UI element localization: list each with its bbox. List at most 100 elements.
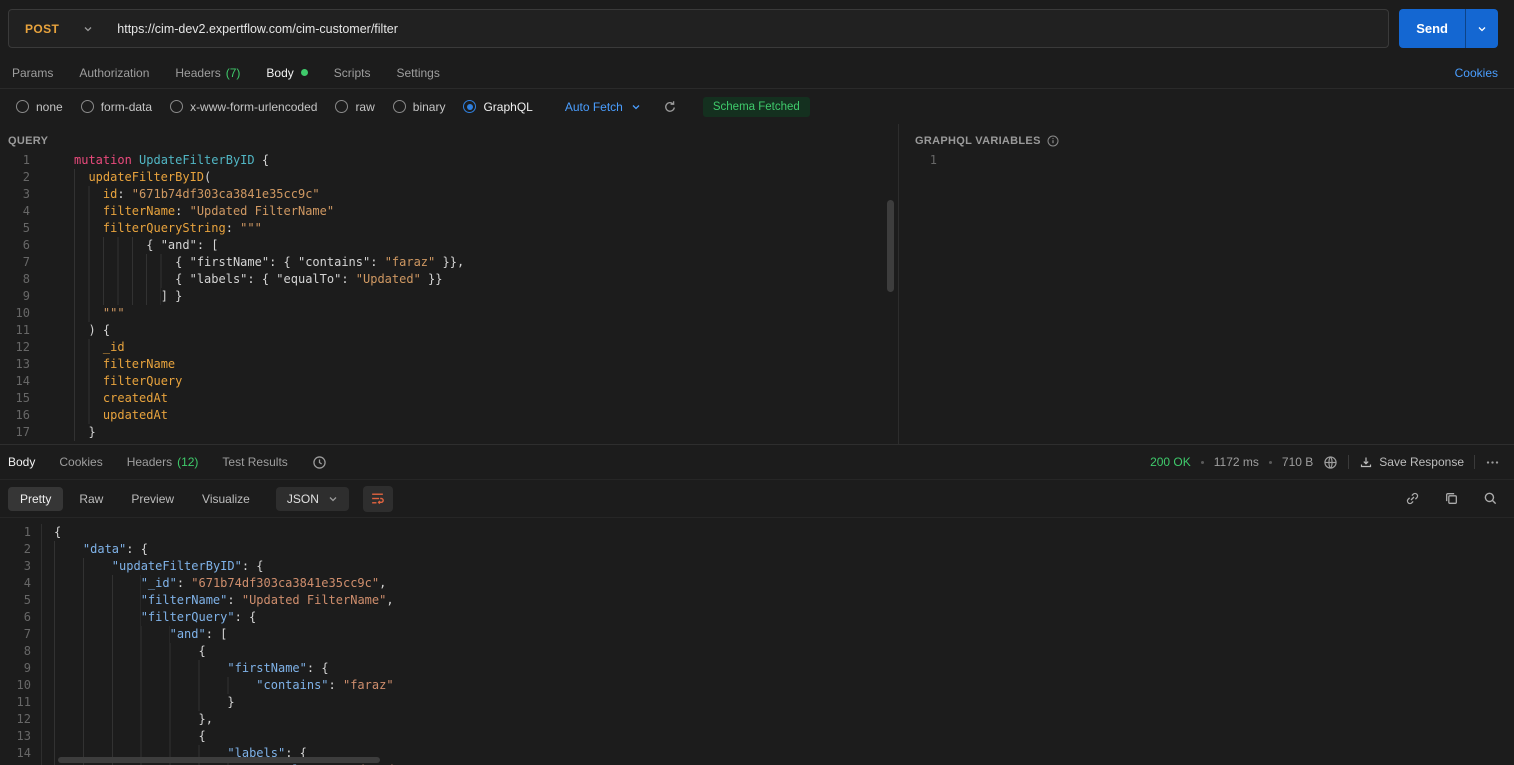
response-actions	[1405, 491, 1498, 506]
response-tab-body[interactable]: Body	[8, 455, 35, 469]
postman-window: POST https://cim-dev2.expertflow.com/cim…	[0, 0, 1514, 765]
code-line-14: 14filterQuery	[0, 373, 898, 390]
auto-fetch-dropdown[interactable]: Auto Fetch	[565, 100, 641, 114]
send-button[interactable]: Send	[1399, 9, 1465, 48]
chevron-down-icon	[631, 102, 641, 112]
variables-panel-header: GRAPHQL VARIABLES	[907, 124, 1514, 152]
response-time[interactable]: 1172 ms	[1214, 455, 1259, 469]
query-title: QUERY	[8, 135, 48, 147]
query-panel-header: QUERY	[0, 124, 898, 152]
tab-settings[interactable]: Settings	[396, 66, 439, 80]
code-line-5: 5"filterName": "Updated FilterName",	[0, 592, 1514, 609]
response-tab-test-results[interactable]: Test Results	[222, 455, 287, 469]
chevron-down-icon	[83, 24, 93, 34]
body-modified-dot	[301, 69, 308, 76]
refresh-schema-icon[interactable]	[663, 100, 677, 114]
cookies-link[interactable]: Cookies	[1455, 66, 1498, 80]
variables-editor[interactable]: 1	[907, 152, 1514, 444]
save-response-button[interactable]: Save Response	[1359, 455, 1464, 469]
info-icon[interactable]	[1047, 135, 1059, 147]
response-body-editor[interactable]: 1{2"data": {3"updateFilterByID": {4"_id"…	[0, 518, 1514, 765]
response-size[interactable]: 710 B	[1282, 455, 1313, 469]
response-meta: 200 OK 1172 ms 710 B Save Response	[1150, 455, 1500, 470]
code-line-6: 6"filterQuery": {	[0, 609, 1514, 626]
variables-panel: GRAPHQL VARIABLES 1	[899, 124, 1514, 444]
tab-headers[interactable]: Headers(7)	[175, 66, 240, 80]
copy-icon[interactable]	[1444, 491, 1459, 506]
code-line-17: 17}	[0, 424, 898, 441]
status-badge[interactable]: 200 OK	[1150, 455, 1191, 469]
separator-dot	[1201, 461, 1204, 464]
radio-icon	[81, 100, 94, 113]
wrap-text-button[interactable]	[363, 486, 393, 512]
code-line-11: 11) {	[0, 322, 898, 339]
url-input[interactable]: https://cim-dev2.expertflow.com/cim-cust…	[111, 22, 1388, 36]
send-group: Send	[1399, 9, 1498, 48]
radio-icon	[16, 100, 29, 113]
code-line-4: 4"_id": "671b74df303ca3841e35cc9c",	[0, 575, 1514, 592]
view-preview[interactable]: Preview	[119, 487, 186, 511]
view-tabs: PrettyRawPreviewVisualize	[8, 487, 262, 511]
code-line-16: 16updatedAt	[0, 407, 898, 424]
schema-fetched-badge: Schema Fetched	[703, 97, 810, 117]
query-panel: QUERY 1mutation UpdateFilterByID {2updat…	[0, 124, 899, 444]
response-horizontal-scrollbar[interactable]	[58, 757, 380, 763]
response-tab-bar: Body Cookies Headers(12) Test Results 200 O…	[0, 445, 1514, 480]
tab-authorization[interactable]: Authorization	[79, 66, 149, 80]
radio-icon	[170, 100, 183, 113]
code-line-4: 4filterName: "Updated FilterName"	[0, 203, 898, 220]
wrap-text-icon	[370, 491, 385, 506]
search-icon[interactable]	[1483, 491, 1498, 506]
code-line-2: 2updateFilterByID(	[0, 169, 898, 186]
radio-icon	[393, 100, 406, 113]
request-tabs-row: Params Authorization Headers(7) Body Scripts…	[0, 57, 1514, 89]
code-line-1: 1{	[0, 524, 1514, 541]
tab-scripts[interactable]: Scripts	[334, 66, 371, 80]
separator	[1474, 455, 1475, 469]
tab-params[interactable]: Params	[12, 66, 53, 80]
body-type-graphql[interactable]: GraphQL	[463, 100, 532, 114]
code-line-9: 9"firstName": {	[0, 660, 1514, 677]
request-tabs: Params Authorization Headers(7) Body Scripts…	[12, 66, 440, 80]
response-view-bar: PrettyRawPreviewVisualize JSON	[0, 480, 1514, 518]
body-type-form-data[interactable]: form-data	[81, 100, 152, 114]
chevron-down-icon	[1477, 24, 1487, 34]
network-globe-icon[interactable]	[1323, 455, 1338, 470]
send-options-button[interactable]	[1465, 9, 1498, 48]
separator-dot	[1269, 461, 1272, 464]
save-response-label: Save Response	[1379, 455, 1464, 469]
tab-body[interactable]: Body	[266, 66, 307, 80]
response-tab-cookies[interactable]: Cookies	[59, 455, 102, 469]
code-line-15: 15createdAt	[0, 390, 898, 407]
body-type-x-www-form-urlencoded[interactable]: x-www-form-urlencoded	[170, 100, 317, 114]
more-actions-icon[interactable]	[1485, 455, 1500, 470]
code-line-8: 8{ "labels": { "equalTo": "Updated" }}	[0, 271, 898, 288]
code-line-12: 12_id	[0, 339, 898, 356]
auto-fetch-label: Auto Fetch	[565, 100, 623, 114]
format-label: JSON	[287, 492, 319, 506]
method-dropdown[interactable]: POST	[9, 22, 111, 36]
query-scrollbar[interactable]	[887, 200, 894, 292]
code-line-3: 3"updateFilterByID": {	[0, 558, 1514, 575]
variables-title: GRAPHQL VARIABLES	[915, 135, 1041, 147]
view-visualize[interactable]: Visualize	[190, 487, 262, 511]
query-editor[interactable]: 1mutation UpdateFilterByID {2updateFilte…	[0, 152, 898, 444]
view-pretty[interactable]: Pretty	[8, 487, 63, 511]
format-dropdown[interactable]: JSON	[276, 487, 349, 511]
code-line-7: 7{ "firstName": { "contains": "faraz" }}…	[0, 254, 898, 271]
graphql-panels: QUERY 1mutation UpdateFilterByID {2updat…	[0, 124, 1514, 444]
code-line-13: 13{	[0, 728, 1514, 745]
body-type-raw[interactable]: raw	[335, 100, 374, 114]
body-type-options: none form-data x-www-form-urlencoded raw bin…	[16, 100, 533, 114]
view-raw[interactable]: Raw	[67, 487, 115, 511]
body-type-binary[interactable]: binary	[393, 100, 446, 114]
response-tab-headers[interactable]: Headers(12)	[127, 455, 199, 469]
history-icon[interactable]	[312, 455, 327, 470]
separator	[1348, 455, 1349, 469]
save-icon	[1359, 455, 1373, 469]
body-type-none[interactable]: none	[16, 100, 63, 114]
code-line-3: 3id: "671b74df303ca3841e35cc9c"	[0, 186, 898, 203]
code-line-11: 11}	[0, 694, 1514, 711]
link-icon[interactable]	[1405, 491, 1420, 506]
code-line-5: 5filterQueryString: """	[0, 220, 898, 237]
